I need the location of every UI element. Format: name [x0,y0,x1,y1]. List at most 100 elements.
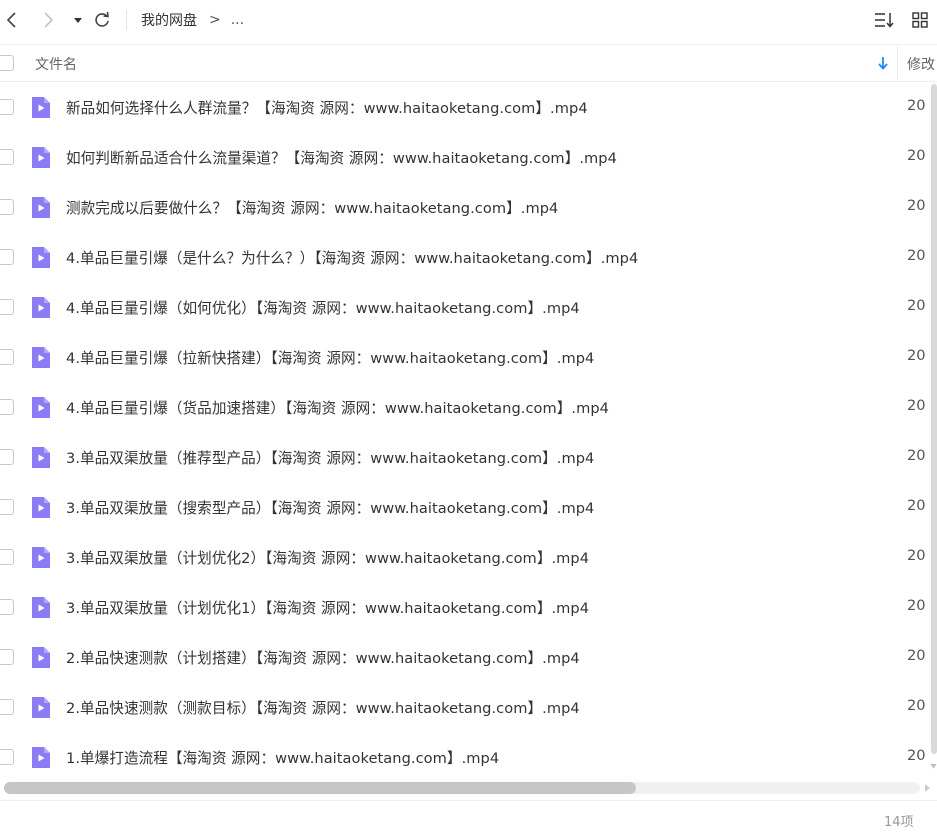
file-row[interactable]: 4.单品巨量引爆（是什么？为什么？）【海淘资 源网：www.haitaoketa… [0,232,926,282]
file-modified: 20 [907,597,926,614]
file-modified: 20 [907,747,926,764]
video-file-icon [32,297,50,318]
column-header-modified[interactable]: 修改 [907,54,935,74]
file-row[interactable]: 如何判断新品适合什么流量渠道？【海淘资 源网：www.haitaoketang.… [0,132,926,182]
file-row[interactable]: 3.单品双渠放量（搜索型产品）【海淘资 源网：www.haitaoketang.… [0,482,926,532]
file-list-header: 文件名 修改 [0,44,937,82]
video-file-icon [32,197,50,218]
file-modified: 20 [907,447,926,464]
file-name: 3.单品双渠放量（计划优化1）【海淘资 源网：www.haitaoketang.… [66,600,590,617]
breadcrumb-more[interactable]: ... [231,12,244,28]
file-modified: 20 [907,97,926,114]
file-name: 测款完成以后要做什么？【海淘资 源网：www.haitaoketang.com】… [66,200,559,217]
toolbar: 我的网盘 > ... [0,0,937,40]
row-checkbox[interactable] [0,349,14,365]
sort-list-icon [875,13,894,28]
file-row[interactable]: 3.单品双渠放量（计划优化1）【海淘资 源网：www.haitaoketang.… [0,582,926,632]
file-name: 3.单品双渠放量（推荐型产品）【海淘资 源网：www.haitaoketang.… [66,450,595,467]
breadcrumb-root[interactable]: 我的网盘 [141,10,197,30]
file-modified: 20 [907,247,926,264]
file-name: 4.单品巨量引爆（是什么？为什么？）【海淘资 源网：www.haitaoketa… [66,250,639,267]
file-name: 2.单品快速测款（测款目标）【海淘资 源网：www.haitaoketang.c… [66,700,580,717]
column-divider[interactable] [897,45,898,82]
file-modified: 20 [907,647,926,664]
row-checkbox[interactable] [0,149,14,165]
scroll-down-arrow-icon[interactable] [930,762,937,770]
file-name: 3.单品双渠放量（计划优化2）【海淘资 源网：www.haitaoketang.… [66,550,590,567]
file-row[interactable]: 测款完成以后要做什么？【海淘资 源网：www.haitaoketang.com】… [0,182,926,232]
file-name: 1.单爆打造流程【海淘资 源网：www.haitaoketang.com】.mp… [66,750,500,767]
grid-view-button[interactable] [908,8,932,32]
item-count: 14项 [884,815,914,830]
file-row[interactable]: 1.单爆打造流程【海淘资 源网：www.haitaoketang.com】.mp… [0,732,926,782]
file-row[interactable]: 3.单品双渠放量（推荐型产品）【海淘资 源网：www.haitaoketang.… [0,432,926,482]
refresh-button[interactable] [90,8,114,32]
video-file-icon [32,447,50,468]
file-modified: 20 [907,397,926,414]
caret-down-icon [74,18,82,23]
row-checkbox[interactable] [0,199,14,215]
arrow-down-icon[interactable] [877,55,889,71]
file-name: 2.单品快速测款（计划搭建）【海淘资 源网：www.haitaoketang.c… [66,650,580,667]
forward-button[interactable] [36,8,60,32]
file-modified: 20 [907,697,926,714]
vertical-scrollbar-thumb[interactable] [931,84,937,754]
row-checkbox[interactable] [0,549,14,565]
row-checkbox[interactable] [0,249,14,265]
file-row[interactable]: 4.单品巨量引爆（如何优化）【海淘资 源网：www.haitaoketang.c… [0,282,926,332]
file-row[interactable]: 4.单品巨量引爆（拉新快搭建）【海淘资 源网：www.haitaoketang.… [0,332,926,382]
row-checkbox[interactable] [0,399,14,415]
footer-divider [0,800,937,801]
history-dropdown-button[interactable] [66,8,90,32]
file-name: 新品如何选择什么人群流量？【海淘资 源网：www.haitaoketang.co… [66,100,588,117]
scroll-right-arrow-icon[interactable] [922,783,932,793]
file-manager-window: 我的网盘 > ... 文件名 修改 新品如何选择什么人群流量？【海淘资 源网：w… [0,0,937,839]
video-file-icon [32,397,50,418]
video-file-icon [32,97,50,118]
file-modified: 20 [907,197,926,214]
toolbar-divider [126,10,127,30]
breadcrumb: 我的网盘 > ... [141,10,244,30]
file-row[interactable]: 3.单品双渠放量（计划优化2）【海淘资 源网：www.haitaoketang.… [0,532,926,582]
video-file-icon [32,147,50,168]
video-file-icon [32,547,50,568]
row-checkbox[interactable] [0,599,14,615]
video-file-icon [32,697,50,718]
sort-button[interactable] [872,8,896,32]
row-checkbox[interactable] [0,699,14,715]
file-row[interactable]: 4.单品巨量引爆（货品加速搭建）【海淘资 源网：www.haitaoketang… [0,382,926,432]
row-checkbox[interactable] [0,749,14,765]
chevron-left-icon [6,12,16,28]
chevron-right-icon [44,12,54,28]
video-file-icon [32,597,50,618]
file-modified: 20 [907,497,926,514]
refresh-icon [95,11,109,27]
select-all-checkbox[interactable] [0,55,14,71]
back-button[interactable] [0,8,24,32]
row-checkbox[interactable] [0,649,14,665]
column-header-name[interactable]: 文件名 [35,54,77,74]
file-modified: 20 [907,147,926,164]
row-checkbox[interactable] [0,299,14,315]
file-name: 4.单品巨量引爆（拉新快搭建）【海淘资 源网：www.haitaoketang.… [66,350,595,367]
file-name: 3.单品双渠放量（搜索型产品）【海淘资 源网：www.haitaoketang.… [66,500,595,517]
file-modified: 20 [907,297,926,314]
file-name: 4.单品巨量引爆（货品加速搭建）【海淘资 源网：www.haitaoketang… [66,400,610,417]
file-modified: 20 [907,547,926,564]
grid-view-icon [912,12,928,28]
file-row[interactable]: 2.单品快速测款（测款目标）【海淘资 源网：www.haitaoketang.c… [0,682,926,732]
video-file-icon [32,747,50,768]
video-file-icon [32,497,50,518]
video-file-icon [32,347,50,368]
row-checkbox[interactable] [0,499,14,515]
row-checkbox[interactable] [0,99,14,115]
file-name: 如何判断新品适合什么流量渠道？【海淘资 源网：www.haitaoketang.… [66,150,617,167]
video-file-icon [32,247,50,268]
file-modified: 20 [907,347,926,364]
file-row[interactable]: 新品如何选择什么人群流量？【海淘资 源网：www.haitaoketang.co… [0,82,926,132]
video-file-icon [32,647,50,668]
row-checkbox[interactable] [0,449,14,465]
file-row[interactable]: 2.单品快速测款（计划搭建）【海淘资 源网：www.haitaoketang.c… [0,632,926,682]
file-name: 4.单品巨量引爆（如何优化）【海淘资 源网：www.haitaoketang.c… [66,300,580,317]
horizontal-scrollbar-thumb[interactable] [4,782,636,794]
